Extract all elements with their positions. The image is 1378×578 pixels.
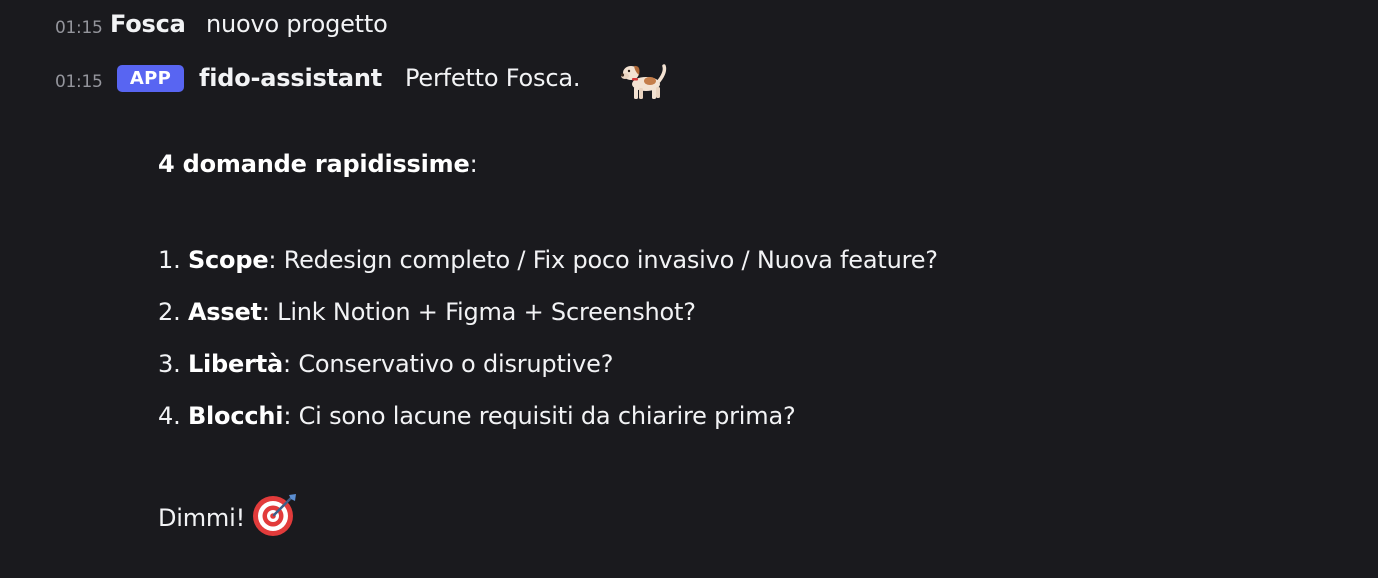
author-name[interactable]: fido-assistant xyxy=(199,64,382,92)
list-label: Blocchi xyxy=(187,402,284,430)
message-text: nuovo progetto xyxy=(206,10,388,38)
closing-text: Dimmi! xyxy=(158,504,245,532)
list-item: 4. Blocchi: Ci sono lacune requisiti da … xyxy=(158,402,796,430)
list-item: 1. Scope: Redesign completo / Fix poco i… xyxy=(158,246,938,274)
message-fido-assistant: 01:15 APP fido-assistant Perfetto Fosca. xyxy=(0,60,1378,100)
chat-message-list: 01:15 Fosca nuovo progetto 01:15 APP fid… xyxy=(0,0,1378,578)
list-label: Scope xyxy=(187,246,269,274)
app-badge: APP xyxy=(117,65,184,92)
message-fosca: 01:15 Fosca nuovo progetto xyxy=(0,8,1378,44)
list-label: Asset xyxy=(187,298,262,326)
heading-bold: 4 domande rapidissime xyxy=(158,150,470,178)
dog-icon xyxy=(620,64,667,99)
list-number: 2. xyxy=(158,298,188,326)
message-timestamp[interactable]: 01:15 xyxy=(55,18,103,38)
heading-suffix: : xyxy=(469,150,478,178)
message-text: Perfetto Fosca. xyxy=(405,64,581,92)
list-number: 3. xyxy=(158,350,188,378)
list-item: 2. Asset: Link Notion + Figma + Screensh… xyxy=(158,298,696,326)
list-text: : Ci sono lacune requisiti da chiarire p… xyxy=(283,402,796,430)
list-number: 1. xyxy=(158,246,188,274)
list-text: : Redesign completo / Fix poco invasivo … xyxy=(268,246,938,274)
author-name[interactable]: Fosca xyxy=(110,10,186,38)
closing-line: Dimmi! xyxy=(158,494,299,538)
message-timestamp[interactable]: 01:15 xyxy=(55,72,103,92)
list-text: : Link Notion + Figma + Screenshot? xyxy=(261,298,696,326)
list-label: Libertà xyxy=(187,350,284,378)
message-heading: 4 domande rapidissime: xyxy=(158,150,478,178)
target-icon xyxy=(253,494,296,536)
list-number: 4. xyxy=(158,402,188,430)
list-item: 3. Libertà: Conservativo o disruptive? xyxy=(158,350,613,378)
list-text: : Conservativo o disruptive? xyxy=(283,350,614,378)
